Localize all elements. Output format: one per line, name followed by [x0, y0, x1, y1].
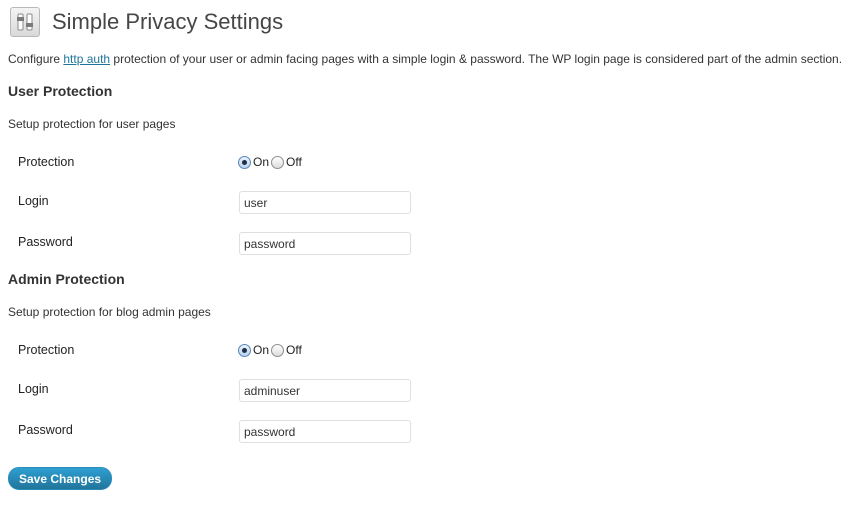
save-changes-button[interactable]: Save Changes — [8, 467, 113, 490]
user-protection-label: Protection — [18, 155, 75, 169]
page-header: Simple Privacy Settings — [10, 5, 283, 39]
intro-text-before: Configure — [8, 52, 64, 66]
admin-protection-off-radio[interactable] — [271, 343, 285, 357]
http-auth-link[interactable]: http auth — [63, 52, 110, 66]
admin-protection-description: Setup protection for blog admin pages — [8, 305, 211, 319]
user-password-input[interactable] — [239, 232, 411, 255]
admin-password-label: Password — [18, 423, 73, 437]
user-password-label: Password — [18, 235, 73, 249]
user-protection-off-radio[interactable] — [271, 155, 285, 169]
user-protection-radio-group: On Off — [238, 155, 304, 169]
user-protection-description: Setup protection for user pages — [8, 117, 176, 131]
intro-text-after: protection of your user or admin facing … — [110, 52, 843, 66]
user-protection-on-radio[interactable] — [238, 155, 251, 169]
admin-password-input[interactable] — [239, 420, 411, 443]
radio-selected-dot — [242, 159, 247, 165]
intro-text: Configure http auth protection of your u… — [8, 52, 842, 66]
user-login-input[interactable] — [239, 191, 411, 214]
admin-login-input[interactable] — [239, 379, 411, 402]
page-title: Simple Privacy Settings — [52, 9, 284, 34]
admin-protection-on-radio[interactable] — [238, 343, 251, 357]
settings-page: Simple Privacy Settings Configure http a… — [0, 0, 865, 506]
admin-protection-radio-group: On Off — [238, 343, 304, 357]
user-login-label: Login — [18, 194, 49, 208]
settings-sliders-icon — [10, 7, 40, 37]
radio-selected-dot — [242, 347, 247, 353]
admin-protection-heading: Admin Protection — [8, 271, 125, 287]
user-protection-heading: User Protection — [8, 83, 113, 99]
admin-login-label: Login — [18, 382, 49, 396]
user-protection-off-label[interactable]: Off — [286, 155, 302, 169]
admin-protection-label: Protection — [18, 343, 75, 357]
user-protection-on-label[interactable]: On — [253, 155, 269, 169]
admin-protection-off-label[interactable]: Off — [286, 343, 302, 357]
admin-protection-on-label[interactable]: On — [253, 343, 269, 357]
